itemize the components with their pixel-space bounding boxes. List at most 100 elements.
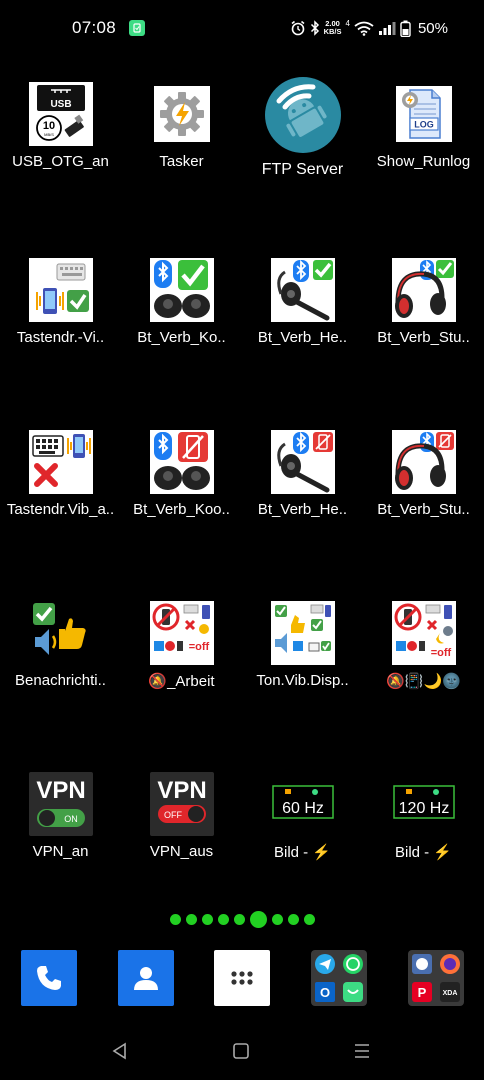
app-label: USB_OTG_an <box>12 153 109 170</box>
battery-icon <box>400 20 411 37</box>
app-label: 🔕_Arbeit <box>148 673 215 690</box>
usb-speed-value: 10 <box>42 120 54 132</box>
usb-otg-icon: USB 10 MB/S <box>28 82 93 146</box>
dock-app-drawer[interactable] <box>214 950 270 1006</box>
app-bt-verb-ko-connect[interactable]: Bt_Verb_Ko.. <box>121 258 242 346</box>
phone-icon <box>37 966 61 990</box>
app-bt-verb-koo-disconnect[interactable]: Bt_Verb_Koo.. <box>121 430 242 518</box>
app-label: Tastendr.-Vi.. <box>16 329 105 346</box>
app-vpn-aus[interactable]: VPN OFF VPN_aus <box>121 772 242 860</box>
sound-vibration-display-icon <box>270 601 335 665</box>
refresh-rate-120-text: 120 Hz <box>398 800 449 817</box>
usb-text: USB <box>50 99 71 110</box>
app-tastendr-vib-aus[interactable]: Tastendr.Vib_a.. <box>0 430 121 518</box>
nav-home-button[interactable] <box>228 1038 254 1064</box>
dock-phone[interactable] <box>21 950 77 1006</box>
app-bt-verb-he-connect[interactable]: Bt_Verb_He.. <box>242 258 363 346</box>
bt-headset-disconnect-icon <box>270 430 335 494</box>
vpn-on-switch-text: ON <box>64 814 78 824</box>
dock-messaging-folder[interactable]: O <box>311 950 367 1006</box>
status-bar: 07:08 2.00 KB/S 4 50% <box>0 0 484 56</box>
page-dot <box>201 913 213 925</box>
vpn-off-text: VPN <box>157 777 206 804</box>
xda-tile-text: XDA <box>443 990 458 997</box>
app-ton-vib-disp[interactable]: Ton.Vib.Disp.. <box>242 601 363 689</box>
network-speed-unit: KB/S <box>323 27 342 36</box>
bt-earbuds-connect-icon <box>149 258 214 322</box>
app-arbeit[interactable]: =off 🔕_Arbeit <box>121 601 242 690</box>
app-label: Bt_Verb_He.. <box>257 501 348 518</box>
page-dot <box>271 913 283 925</box>
apps-folder-icon: P XDA <box>408 950 464 1006</box>
keyboard-vibrate-off-icon <box>28 430 93 494</box>
app-label: Bild - ⚡ <box>273 844 332 861</box>
app-bt-verb-stu-connect[interactable]: Bt_Verb_Stu.. <box>363 258 484 346</box>
bt-earbuds-disconnect-icon <box>149 430 214 494</box>
refresh-rate-60-icon: 60 Hz <box>271 772 335 836</box>
app-label: 🔕📳🌙🌚 <box>386 673 461 690</box>
notification-sound-icon <box>29 601 93 665</box>
home-icon <box>233 1043 249 1059</box>
app-usb-otg-an[interactable]: USB 10 MB/S USB_OTG_an <box>0 82 121 170</box>
app-label: Bt_Verb_Stu.. <box>377 329 470 346</box>
nav-back-button[interactable] <box>107 1038 133 1064</box>
bt-headphones-connect-icon <box>391 258 456 322</box>
log-file-icon: LOG <box>395 86 452 142</box>
dock-contacts[interactable] <box>118 950 174 1006</box>
bt-headphones-disconnect-icon <box>391 430 456 494</box>
clock: 07:08 <box>72 18 117 37</box>
network-speed: 2.00 KB/S <box>324 20 342 36</box>
page-dot <box>233 913 245 925</box>
signal-icon <box>378 22 396 35</box>
app-bild-60hz[interactable]: 60 Hz Bild - ⚡ <box>242 772 363 861</box>
work-mode-icon: =off <box>149 601 214 665</box>
app-tastendr-vi[interactable]: Tastendr.-Vi.. <box>0 258 121 346</box>
vpn-on-text: VPN <box>36 777 85 804</box>
app-bild-120hz[interactable]: 120 Hz Bild - ⚡ <box>363 772 484 861</box>
vpn-off-switch-text: OFF <box>164 810 182 820</box>
page-dot <box>303 913 315 925</box>
app-ftp-server[interactable]: FTP Server <box>242 75 363 179</box>
app-label: Bt_Verb_Ko.. <box>137 329 226 346</box>
menu-icon <box>355 1044 369 1058</box>
app-bt-verb-he-disconnect[interactable]: Bt_Verb_He.. <box>242 430 363 518</box>
page-indicator[interactable] <box>0 909 484 929</box>
app-label: Bild - ⚡ <box>394 844 453 861</box>
nav-recents-button[interactable] <box>349 1038 375 1064</box>
vpn-off-icon: VPN OFF <box>149 772 214 836</box>
page-dot-active <box>249 910 267 928</box>
app-show-runlog[interactable]: LOG Show_Runlog <box>363 82 484 170</box>
app-night-mode[interactable]: =off 🔕📳🌙🌚 <box>363 601 484 690</box>
app-label: Tastendr.Vib_a.. <box>6 501 115 518</box>
app-drawer-icon <box>231 971 253 985</box>
app-label: Bt_Verb_He.. <box>257 329 348 346</box>
dock-apps-folder[interactable]: P XDA <box>408 950 464 1006</box>
network-type: 4 <box>345 19 350 28</box>
app-benachrichtigung[interactable]: Benachrichti.. <box>0 601 121 689</box>
app-label: VPN_aus <box>149 843 214 860</box>
night-mode-icon: =off <box>391 601 456 665</box>
battery-percent: 50% <box>417 19 448 37</box>
alarm-icon <box>291 20 305 36</box>
tasker-icon <box>153 86 210 142</box>
notification-app-icon <box>129 20 145 36</box>
app-label: Bt_Verb_Koo.. <box>133 501 230 518</box>
app-label: FTP Server <box>261 161 344 178</box>
page-dot <box>217 913 229 925</box>
svg-text:O: O <box>320 985 330 1000</box>
ftp-server-icon <box>263 75 343 155</box>
app-label: Bt_Verb_Stu.. <box>377 501 470 518</box>
wifi-icon <box>354 21 374 36</box>
app-bt-verb-stu-disconnect[interactable]: Bt_Verb_Stu.. <box>363 430 484 518</box>
messaging-folder-icon: O <box>311 950 367 1006</box>
status-icons: 2.00 KB/S 4 50% <box>290 17 448 39</box>
app-label: Benachrichti.. <box>15 672 106 689</box>
app-label: Ton.Vib.Disp.. <box>256 672 349 689</box>
app-vpn-an[interactable]: VPN ON VPN_an <box>0 772 121 860</box>
usb-speed-unit: MB/S <box>44 132 54 137</box>
work-off-text: =off <box>188 641 209 653</box>
bluetooth-icon <box>310 20 319 36</box>
app-tasker[interactable]: Tasker <box>121 82 242 170</box>
app-label: VPN_an <box>32 843 89 860</box>
app-label: Tasker <box>159 153 204 170</box>
